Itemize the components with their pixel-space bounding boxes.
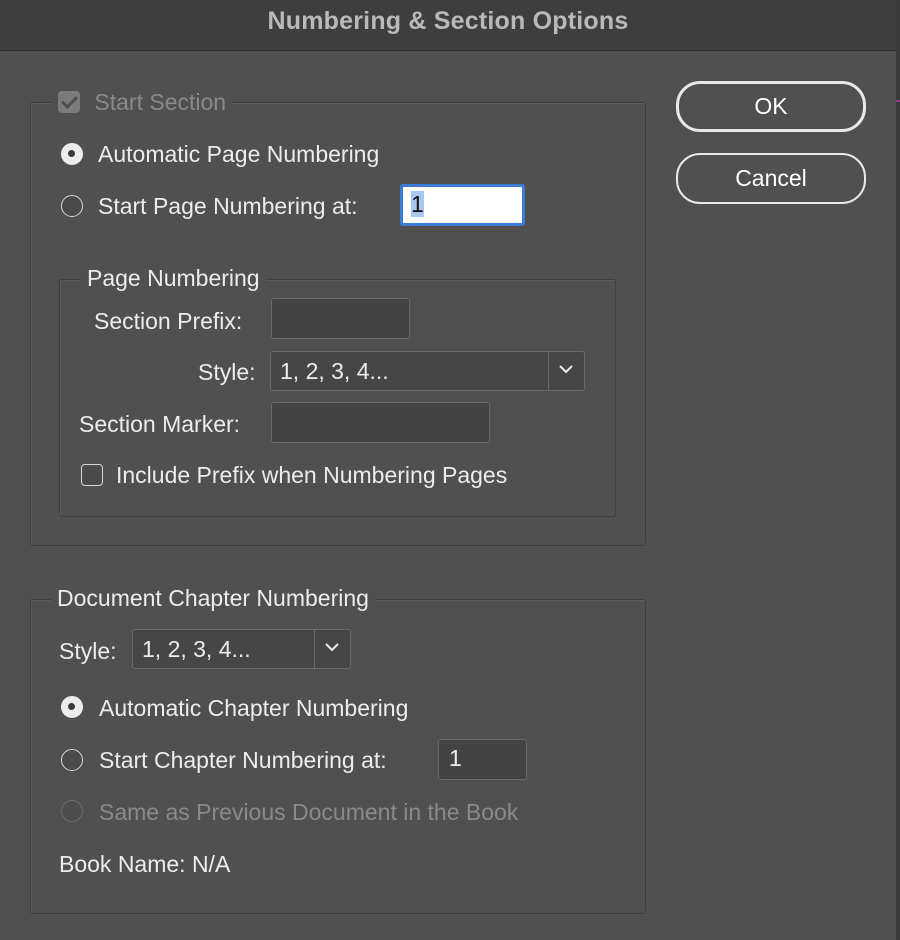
dialog-title: Numbering & Section Options [267, 7, 629, 35]
section-marker-input[interactable] [271, 402, 490, 443]
section-marker-label: Section Marker: [79, 411, 241, 437]
numbering-section-options-dialog: Numbering & Section Options Start Sectio… [0, 0, 900, 940]
section-prefix-input[interactable] [271, 298, 410, 339]
ok-button[interactable]: OK [676, 81, 866, 132]
page-numbering-legend: Page Numbering [81, 264, 266, 292]
include-prefix-label[interactable]: Include Prefix when Numbering Pages [116, 461, 507, 489]
start-page-number-value: 1 [411, 191, 424, 217]
start-section-checkbox[interactable] [58, 91, 80, 113]
chevron-down-icon [559, 365, 573, 374]
automatic-page-numbering-label[interactable]: Automatic Page Numbering [98, 140, 379, 168]
page-style-select[interactable]: 1, 2, 3, 4... [270, 351, 585, 391]
start-chapter-numbering-radio[interactable] [61, 749, 83, 771]
chapter-numbering-legend: Document Chapter Numbering [51, 584, 375, 612]
chapter-style-label: Style: [59, 638, 117, 664]
page-style-label: Style: [198, 359, 256, 385]
start-chapter-numbering-label[interactable]: Start Chapter Numbering at: [99, 746, 387, 774]
same-as-previous-label: Same as Previous Document in the Book [99, 799, 519, 825]
include-prefix-checkbox[interactable] [81, 464, 103, 486]
ok-button-label: OK [754, 93, 788, 119]
cancel-button[interactable]: Cancel [676, 153, 866, 204]
same-as-previous-radio[interactable] [61, 800, 83, 822]
title-bar: Numbering & Section Options [0, 0, 896, 51]
chapter-style-dropdown-button[interactable] [314, 630, 350, 668]
start-page-numbering-label[interactable]: Start Page Numbering at: [98, 192, 358, 220]
start-page-number-input[interactable]: 1 [400, 184, 525, 226]
cancel-button-label: Cancel [735, 165, 807, 191]
chapter-style-value: 1, 2, 3, 4... [142, 636, 251, 662]
automatic-chapter-numbering-label[interactable]: Automatic Chapter Numbering [99, 694, 408, 722]
section-prefix-label: Section Prefix: [94, 308, 243, 334]
start-page-numbering-radio[interactable] [61, 195, 83, 217]
chapter-style-select[interactable]: 1, 2, 3, 4... [132, 629, 351, 669]
start-section-legend: Start Section [52, 88, 233, 116]
automatic-chapter-numbering-radio[interactable] [61, 696, 83, 718]
book-name-label: Book Name: N/A [59, 851, 231, 877]
chevron-down-icon [325, 643, 339, 652]
start-section-label: Start Section [94, 89, 227, 115]
start-chapter-number-input[interactable]: 1 [438, 739, 527, 780]
page-style-dropdown-button[interactable] [548, 352, 584, 390]
window-edge-accent [896, 100, 900, 102]
page-style-value: 1, 2, 3, 4... [280, 358, 389, 384]
automatic-page-numbering-radio[interactable] [61, 143, 83, 165]
